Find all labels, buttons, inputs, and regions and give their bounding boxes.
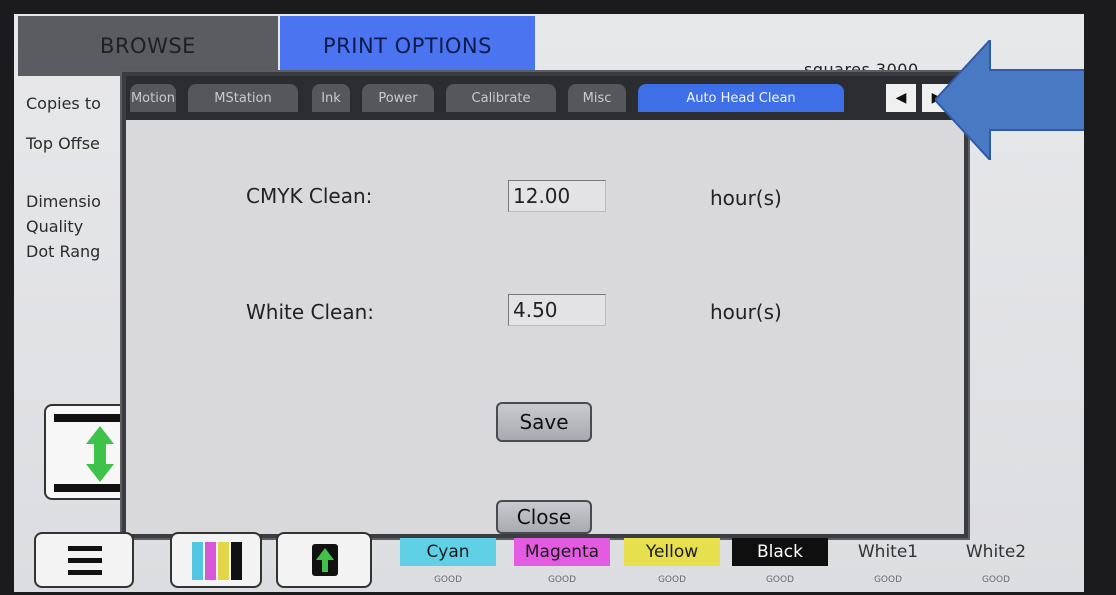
ink-white1-status: GOOD [873, 575, 903, 585]
feed-shortcut-button[interactable] [276, 532, 372, 588]
ink-magenta-status: GOOD [547, 575, 577, 585]
white-unit-label: hour(s) [710, 300, 782, 324]
ink-white1-label: White1 [857, 542, 919, 562]
ink-white2-status: GOOD [981, 575, 1011, 585]
dot-range-label: Dot Rang [26, 242, 101, 261]
tab-print-options[interactable]: PRINT OPTIONS [280, 16, 535, 76]
tab-mstation[interactable]: MStation [188, 84, 298, 112]
ink-yellow-status: GOOD [657, 575, 687, 585]
ink-black-label: Black [732, 538, 828, 566]
white-clean-label: White Clean: [246, 300, 375, 324]
printer-screen: BROWSE PRINT OPTIONS squares 3000 Copies… [14, 14, 1084, 592]
ink-yellow-label: Yellow [624, 538, 720, 566]
ink-cyan-status: GOOD [433, 575, 463, 585]
tab-browse[interactable]: BROWSE [18, 16, 278, 76]
tab-ink[interactable]: Ink [312, 84, 350, 112]
ink-magenta-label: Magenta [514, 538, 610, 566]
dimension-label: Dimensio [26, 192, 101, 211]
ink-bars-icon [192, 542, 242, 580]
tab-power[interactable]: Power [362, 84, 434, 112]
cmyk-clean-input[interactable] [508, 180, 606, 212]
top-offset-label: Top Offse [26, 134, 100, 153]
quality-label: Quality [26, 217, 84, 236]
cmyk-unit-label: hour(s) [710, 186, 782, 210]
ink-levels-button[interactable] [170, 532, 262, 588]
copies-label: Copies to [26, 94, 101, 113]
up-arrow-icon [312, 544, 338, 576]
ink-white2-label: White2 [965, 542, 1027, 562]
tab-scroll-left-icon[interactable]: ◀ [886, 84, 916, 112]
white-clean-input[interactable] [508, 294, 606, 326]
menu-button[interactable] [34, 532, 134, 588]
ink-black-status: GOOD [765, 575, 795, 585]
save-button[interactable]: Save [496, 402, 592, 442]
tab-motion[interactable]: Motion [130, 84, 176, 112]
ink-cyan-label: Cyan [400, 538, 496, 566]
tab-misc[interactable]: Misc [568, 84, 626, 112]
close-button[interactable]: Close [496, 500, 592, 534]
annotation-arrow-icon [935, 40, 1084, 160]
settings-dialog: Motion MStation Ink Power Calibrate Misc… [122, 72, 968, 538]
hamburger-icon [68, 546, 102, 575]
tab-calibrate[interactable]: Calibrate [446, 84, 556, 112]
settings-tabstrip: Motion MStation Ink Power Calibrate Misc… [126, 76, 964, 120]
tab-auto-head-clean[interactable]: Auto Head Clean [638, 84, 844, 112]
cmyk-clean-label: CMYK Clean: [246, 184, 373, 208]
feed-arrow-icon [86, 426, 114, 482]
